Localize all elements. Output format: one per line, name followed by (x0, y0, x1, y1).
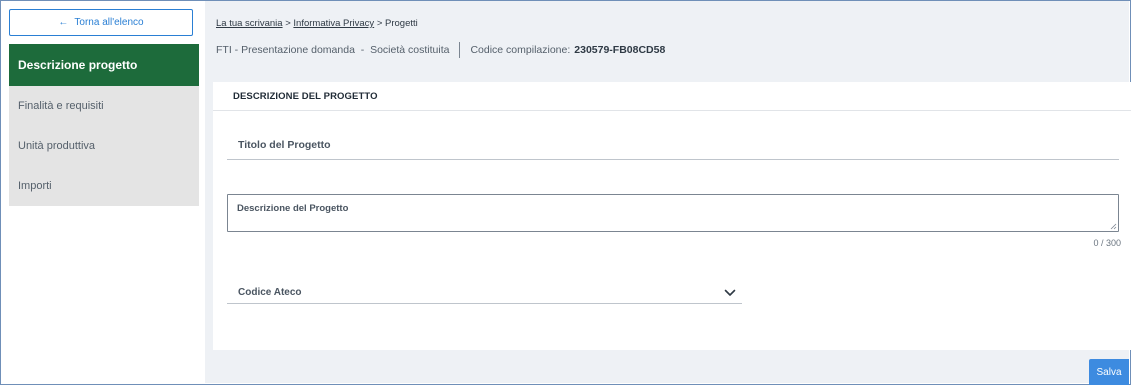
project-title-field[interactable]: Titolo del Progetto (227, 130, 1119, 160)
sidebar-item-label: Descrizione progetto (18, 58, 138, 72)
sidebar-item-label: Importi (18, 180, 52, 192)
app-frame: ← Torna all'elenco Descrizione progetto … (0, 0, 1131, 385)
resize-handle-icon[interactable] (1110, 223, 1117, 230)
sidebar-item-finalita-requisiti[interactable]: Finalità e requisiti (9, 86, 199, 126)
sidebar: ← Torna all'elenco Descrizione progetto … (9, 9, 199, 206)
character-counter: 0 / 300 (1093, 238, 1121, 248)
save-button[interactable]: Salva (1089, 359, 1129, 385)
sidebar-item-importi[interactable]: Importi (9, 166, 199, 206)
sidebar-item-descrizione-progetto[interactable]: Descrizione progetto (9, 44, 199, 86)
arrow-left-icon: ← (58, 17, 69, 28)
breadcrumb-link-scrivania[interactable]: La tua scrivania (216, 18, 283, 29)
main-content: La tua scrivania > Informativa Privacy >… (205, 1, 1131, 385)
section-title: DESCRIZIONE DEL PROGETTO (213, 82, 1131, 111)
ateco-code-select[interactable]: Codice Ateco (227, 282, 742, 304)
breadcrumb-current: Progetti (385, 18, 418, 29)
project-description-label: Descrizione del Progetto (237, 203, 349, 214)
breadcrumb-link-privacy[interactable]: Informativa Privacy (293, 18, 374, 29)
ateco-code-label: Codice Ateco (238, 287, 302, 298)
breadcrumb: La tua scrivania > Informativa Privacy >… (216, 18, 418, 29)
project-title-label: Titolo del Progetto (238, 139, 331, 151)
application-description: FTI - Presentazione domanda - Società co… (216, 44, 450, 56)
divider (459, 42, 461, 58)
back-to-list-label: Torna all'elenco (74, 17, 144, 28)
back-to-list-button[interactable]: ← Torna all'elenco (9, 9, 193, 36)
chevron-down-icon (724, 289, 736, 296)
sidebar-item-label: Finalità e requisiti (18, 100, 104, 112)
project-description-textarea[interactable]: Descrizione del Progetto (227, 194, 1119, 232)
project-description-card: DESCRIZIONE DEL PROGETTO Titolo del Prog… (213, 82, 1131, 350)
breadcrumb-separator: > (285, 18, 291, 29)
breadcrumb-separator: > (376, 18, 383, 29)
application-subheader: FTI - Presentazione domanda - Società co… (216, 42, 665, 58)
sidebar-item-label: Unità produttiva (18, 140, 96, 152)
sidebar-menu: Descrizione progetto Finalità e requisit… (9, 44, 199, 206)
code-label: Codice compilazione: (470, 44, 571, 56)
code-value: 230579-FB08CD58 (574, 44, 666, 56)
sidebar-item-unita-produttiva[interactable]: Unità produttiva (9, 126, 199, 166)
